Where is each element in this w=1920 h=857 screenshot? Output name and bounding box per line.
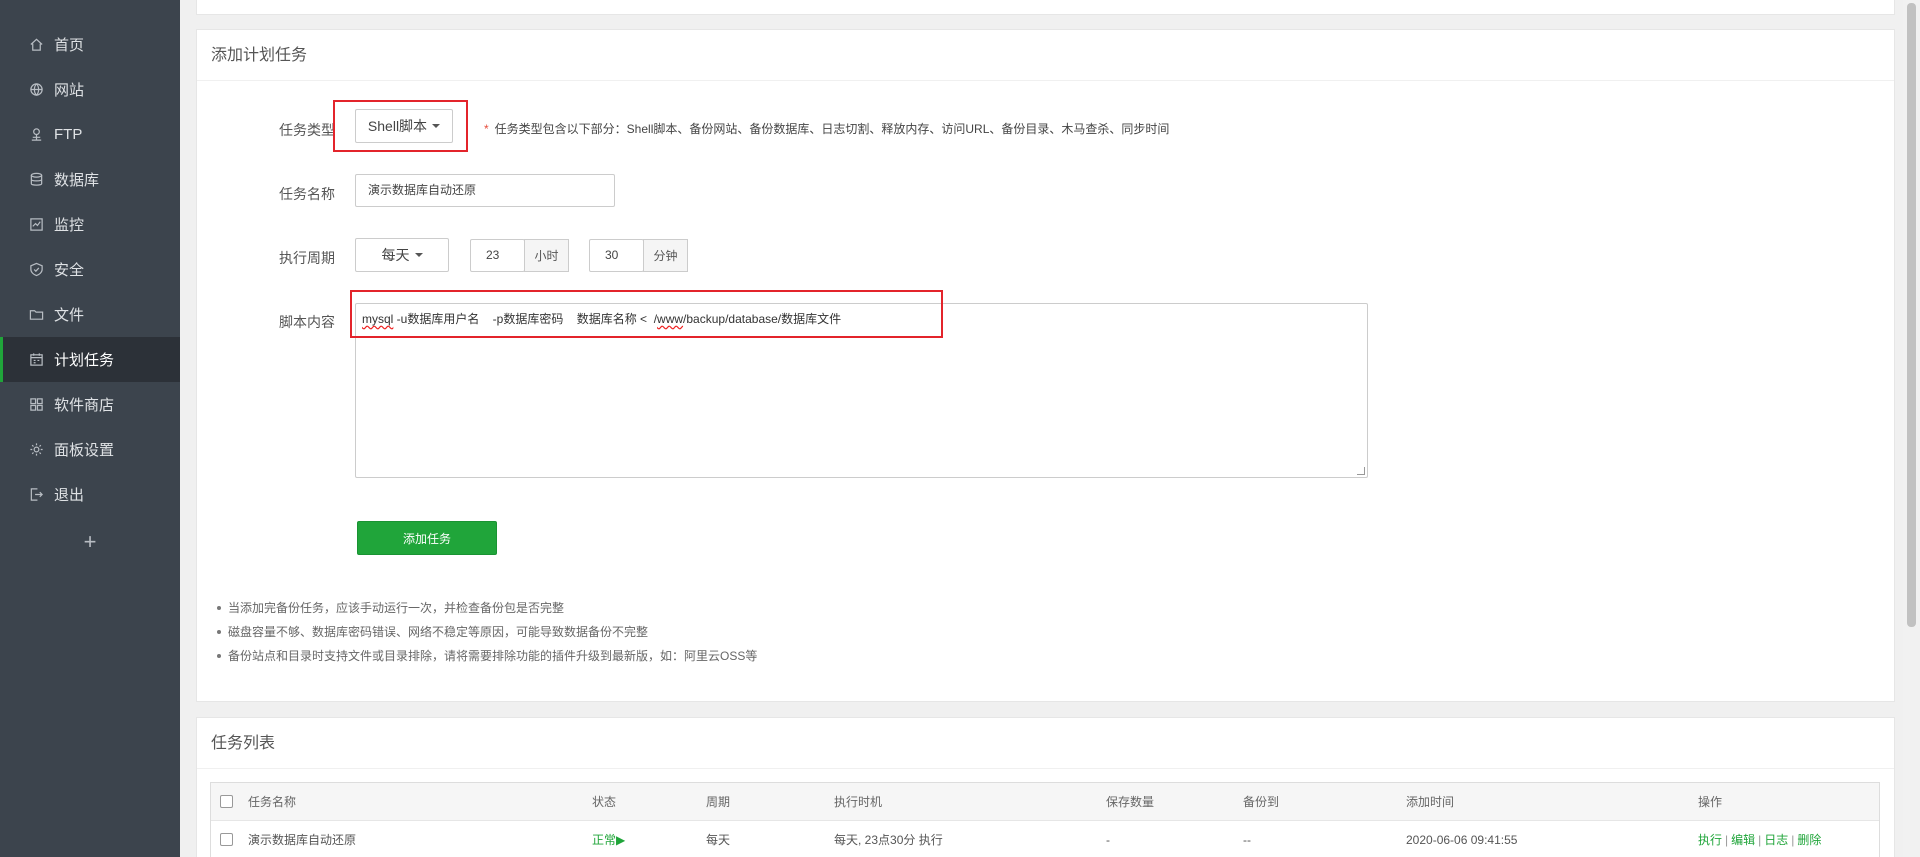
col-status: 状态 (592, 795, 617, 809)
top-panel (196, 0, 1895, 15)
hour-unit: 小时 (524, 239, 569, 272)
sidebar-item-label: FTP (54, 126, 83, 143)
separator: | (1725, 833, 1729, 847)
highlight-script (350, 290, 943, 338)
calendar-icon (28, 352, 44, 368)
sidebar-item-ftp[interactable]: FTP (0, 112, 180, 157)
gear-icon (28, 442, 44, 458)
sidebar-item-label: 面板设置 (54, 442, 115, 459)
page-scrollbar[interactable] (1903, 0, 1920, 857)
sidebar-item-cron[interactable]: 计划任务 (0, 337, 180, 382)
sidebar-item-label: 监控 (54, 217, 85, 234)
sidebar: 首页 网站 FTP 数据库 监控 安全 文件 计划任务 软件商店 面板设置 退出… (0, 0, 180, 857)
col-period: 周期 (706, 795, 731, 809)
add-menu-button[interactable]: + (0, 517, 180, 567)
table-header: 任务名称 状态 周期 执行时机 保存数量 备份到 添加时间 操作 (211, 783, 1879, 821)
add-task-title: 添加计划任务 (197, 30, 1894, 81)
minute-unit: 分钟 (643, 239, 688, 272)
grid-icon (28, 397, 44, 413)
log-link[interactable]: 日志 (1764, 833, 1788, 847)
sidebar-item-settings[interactable]: 面板设置 (0, 427, 180, 472)
sidebar-item-label: 安全 (54, 262, 85, 279)
row-timing: 每天, 23点30分 执行 (834, 833, 943, 847)
sidebar-item-label: 首页 (54, 37, 85, 54)
col-timing: 执行时机 (834, 795, 883, 809)
cycle-label: 执行周期 (279, 250, 335, 266)
scrollbar-thumb[interactable] (1907, 3, 1916, 627)
folder-icon (28, 307, 44, 323)
sidebar-item-label: 数据库 (54, 172, 100, 189)
sidebar-item-database[interactable]: 数据库 (0, 157, 180, 202)
row-actions: 执行 | 编辑 | 日志 | 删除 (1698, 821, 1821, 857)
required-star: * (484, 122, 489, 136)
row-backup-to: -- (1243, 833, 1251, 847)
task-list-title: 任务列表 (197, 718, 1894, 769)
separator: | (1791, 833, 1795, 847)
sidebar-item-logout[interactable]: 退出 (0, 472, 180, 517)
sidebar-item-website[interactable]: 网站 (0, 67, 180, 112)
sidebar-item-store[interactable]: 软件商店 (0, 382, 180, 427)
sidebar-item-label: 计划任务 (54, 352, 115, 369)
sidebar-item-label: 网站 (54, 82, 85, 99)
task-name-input[interactable]: 演示数据库自动还原 (355, 174, 615, 207)
col-added: 添加时间 (1406, 795, 1455, 809)
sidebar-item-label: 退出 (54, 487, 85, 504)
task-list-panel: 任务列表 任务名称 状态 周期 执行时机 保存数量 备份到 添加时间 操作 演示… (196, 717, 1895, 857)
chevron-down-icon (414, 253, 423, 257)
run-link[interactable]: 执行 (1698, 833, 1722, 847)
sidebar-item-label: 文件 (54, 307, 85, 324)
col-keep: 保存数量 (1106, 795, 1155, 809)
hour-input[interactable]: 23 (470, 239, 525, 272)
notes-list: 当添加完备份任务，应该手动运行一次，并检查备份包是否完整 磁盘容量不够、数据库密… (213, 596, 757, 668)
cycle-value: 每天 (381, 247, 410, 263)
task-table: 任务名称 状态 周期 执行时机 保存数量 备份到 添加时间 操作 演示数据库自动… (210, 782, 1880, 857)
list-item: 当添加完备份任务，应该手动运行一次，并检查备份包是否完整 (213, 596, 757, 620)
status-badge[interactable]: 正常▶ (592, 821, 625, 857)
highlight-task-type (333, 100, 468, 152)
table-row: 演示数据库自动还原 正常▶ 每天 每天, 23点30分 执行 - -- 2020… (211, 821, 1879, 857)
task-type-hint: * 任务类型包含以下部分：Shell脚本、备份网站、备份数据库、日志切割、释放内存… (484, 120, 1169, 137)
separator: | (1758, 833, 1762, 847)
cycle-select[interactable]: 每天 (355, 238, 449, 272)
monitor-icon (28, 217, 44, 233)
task-type-label: 任务类型 (279, 122, 335, 138)
task-type-hint-text: 任务类型包含以下部分：Shell脚本、备份网站、备份数据库、日志切割、释放内存、… (494, 122, 1170, 136)
minute-input[interactable]: 30 (589, 239, 644, 272)
shield-icon (28, 262, 44, 278)
col-actions: 操作 (1698, 795, 1723, 809)
list-item: 磁盘容量不够、数据库密码错误、网络不稳定等原因，可能导致数据备份不完整 (213, 620, 757, 644)
delete-link[interactable]: 删除 (1797, 833, 1821, 847)
row-checkbox[interactable] (220, 833, 233, 846)
add-task-panel: 添加计划任务 任务类型 Shell脚本 * 任务类型包含以下部分：Shell脚本、… (196, 29, 1895, 702)
script-label: 脚本内容 (279, 314, 335, 330)
add-task-button[interactable]: 添加任务 (357, 521, 497, 555)
select-all-checkbox[interactable] (220, 795, 233, 808)
sidebar-item-security[interactable]: 安全 (0, 247, 180, 292)
status-text: 正常 (592, 833, 617, 847)
row-added: 2020-06-06 09:41:55 (1406, 833, 1518, 847)
resize-handle[interactable] (1357, 467, 1365, 475)
col-backup-to: 备份到 (1243, 795, 1280, 809)
row-period: 每天 (706, 833, 731, 847)
ftp-icon (28, 127, 44, 143)
sidebar-item-label: 软件商店 (54, 397, 115, 414)
home-icon (28, 37, 44, 53)
database-icon (28, 172, 44, 188)
play-icon: ▶ (616, 833, 626, 847)
sidebar-item-monitor[interactable]: 监控 (0, 202, 180, 247)
col-name: 任务名称 (248, 795, 297, 809)
edit-link[interactable]: 编辑 (1731, 833, 1755, 847)
globe-icon (28, 82, 44, 98)
row-keep: - (1106, 833, 1110, 847)
sidebar-item-home[interactable]: 首页 (0, 22, 180, 67)
task-name-label: 任务名称 (279, 186, 335, 202)
list-item: 备份站点和目录时支持文件或目录排除，请将需要排除功能的插件升级到最新版，如：阿里… (213, 644, 757, 668)
logout-icon (28, 487, 44, 503)
row-name: 演示数据库自动还原 (248, 833, 357, 847)
sidebar-item-files[interactable]: 文件 (0, 292, 180, 337)
